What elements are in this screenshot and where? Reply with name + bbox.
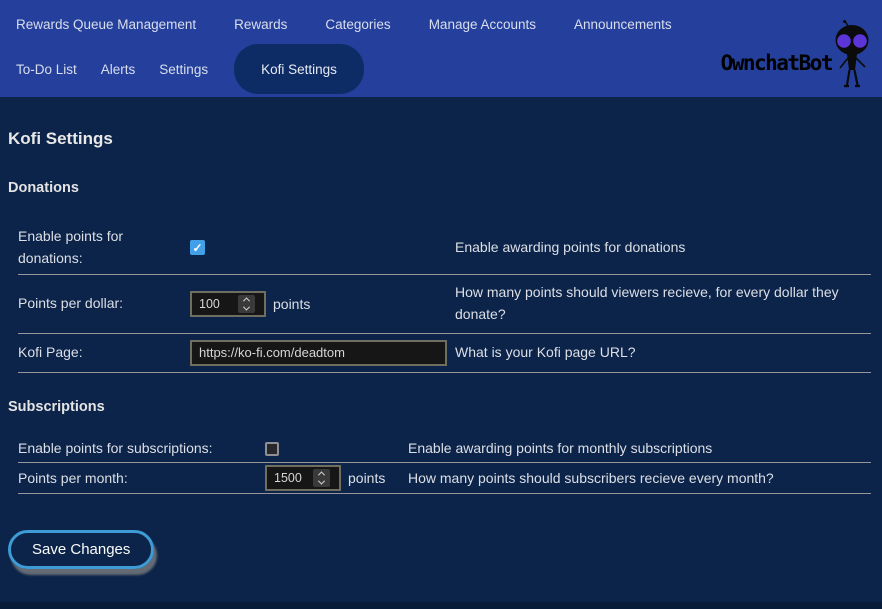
nav-item-announcements[interactable]: Announcements bbox=[574, 17, 672, 32]
logo-text: OwnchatBot bbox=[721, 53, 832, 74]
spinner-down-icon[interactable] bbox=[243, 304, 250, 311]
footer-strip bbox=[0, 602, 882, 609]
setting-description: How many points should viewers recieve, … bbox=[455, 282, 871, 325]
nav-item-todo-list[interactable]: To-Do List bbox=[16, 44, 77, 94]
setting-row-enable-donations: Enable points for donations: ✓ Enable aw… bbox=[18, 222, 871, 275]
robot-mascot-icon bbox=[828, 20, 876, 90]
nav-item-kofi-settings-active[interactable]: Kofi Settings bbox=[234, 44, 364, 94]
number-spinner[interactable] bbox=[313, 469, 330, 487]
setting-row-points-per-month: Points per month: points How many points… bbox=[18, 463, 871, 494]
setting-label: Points per month: bbox=[18, 468, 265, 490]
kofi-page-url-input[interactable] bbox=[190, 340, 447, 366]
points-per-dollar-input[interactable] bbox=[192, 297, 238, 311]
subscriptions-section-heading: Subscriptions bbox=[8, 399, 874, 415]
setting-label: Enable points for donations: bbox=[18, 226, 190, 269]
top-navigation: Rewards Queue Management Rewards Categor… bbox=[0, 0, 882, 97]
ownchatbot-logo: OwnchatBot bbox=[721, 20, 876, 90]
setting-description: Enable awarding points for monthly subsc… bbox=[408, 438, 871, 460]
setting-description: Enable awarding points for donations bbox=[455, 237, 871, 259]
nav-item-alerts[interactable]: Alerts bbox=[101, 44, 136, 94]
points-suffix-label: points bbox=[348, 470, 385, 486]
page-title: Kofi Settings bbox=[8, 129, 874, 149]
subscriptions-settings-table: Enable points for subscriptions: Enable … bbox=[18, 435, 871, 495]
setting-description: How many points should subscribers recie… bbox=[408, 468, 871, 490]
spinner-down-icon[interactable] bbox=[318, 478, 325, 485]
nav-item-rewards[interactable]: Rewards bbox=[234, 17, 287, 32]
points-per-month-input-wrap bbox=[265, 465, 341, 491]
points-per-month-input[interactable] bbox=[267, 471, 313, 485]
save-changes-button[interactable]: Save Changes bbox=[8, 530, 154, 569]
nav-item-settings[interactable]: Settings bbox=[159, 44, 208, 94]
setting-row-enable-subscriptions: Enable points for subscriptions: Enable … bbox=[18, 435, 871, 464]
setting-row-points-per-dollar: Points per dollar: points How many point… bbox=[18, 275, 871, 333]
enable-subscriptions-checkbox[interactable] bbox=[265, 442, 279, 456]
nav-item-rewards-queue-management[interactable]: Rewards Queue Management bbox=[16, 17, 196, 32]
setting-description: What is your Kofi page URL? bbox=[455, 342, 871, 364]
setting-label: Kofi Page: bbox=[18, 342, 190, 364]
nav-item-categories[interactable]: Categories bbox=[325, 17, 390, 32]
donations-section-heading: Donations bbox=[8, 180, 874, 196]
points-per-dollar-input-wrap bbox=[190, 291, 266, 317]
enable-donations-checkbox[interactable]: ✓ bbox=[190, 240, 205, 255]
setting-row-kofi-page: Kofi Page: What is your Kofi page URL? bbox=[18, 334, 871, 373]
number-spinner[interactable] bbox=[238, 295, 255, 313]
kofi-settings-page: Kofi Settings Donations Enable points fo… bbox=[0, 129, 882, 569]
setting-label: Enable points for subscriptions: bbox=[18, 438, 265, 460]
setting-label: Points per dollar: bbox=[18, 293, 190, 315]
donations-settings-table: Enable points for donations: ✓ Enable aw… bbox=[18, 222, 871, 373]
nav-item-manage-accounts[interactable]: Manage Accounts bbox=[429, 17, 536, 32]
check-icon: ✓ bbox=[192, 242, 202, 254]
points-suffix-label: points bbox=[273, 296, 310, 312]
